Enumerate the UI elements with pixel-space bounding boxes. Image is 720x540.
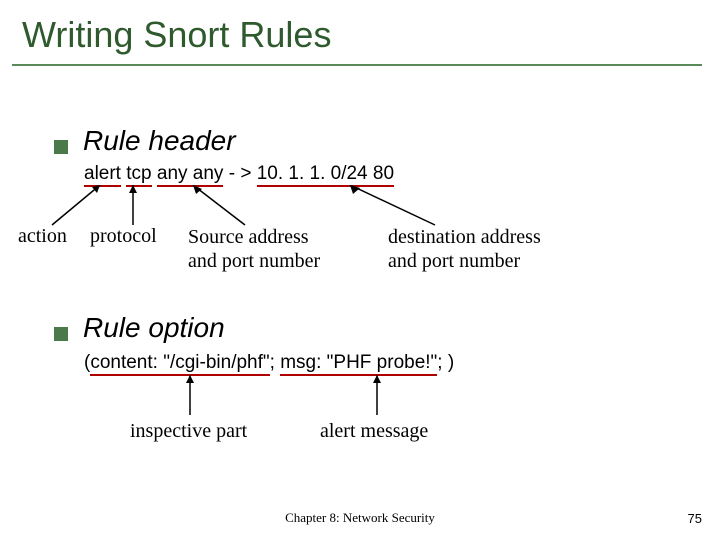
label-dest: destination address and port number — [388, 225, 541, 273]
arrow-alertmsg — [362, 375, 392, 425]
bullet-icon — [54, 327, 68, 341]
rule-source: any any — [157, 163, 224, 187]
rule-arrow-literal: - > — [229, 163, 252, 184]
bullet-icon — [54, 140, 68, 154]
rule-protocol: tcp — [126, 163, 151, 187]
section-heading-1: Rule header — [54, 125, 236, 157]
rule-header-line: alert tcp any any - > 10. 1. 1. 0/24 80 — [84, 163, 394, 185]
rule-msg: msg: "PHF probe!" — [280, 352, 437, 376]
label-protocol: protocol — [90, 225, 157, 248]
rule-option-line: (content: "/cgi-bin/phf"; msg: "PHF prob… — [84, 352, 454, 374]
rule-action: alert — [84, 163, 121, 187]
label-source: Source address and port number — [188, 225, 320, 273]
page-number: 75 — [688, 511, 702, 526]
rule-dest: 10. 1. 1. 0/24 80 — [257, 163, 394, 187]
label-alertmsg: alert message — [320, 420, 428, 443]
rule-content: content: "/cgi-bin/phf" — [90, 352, 269, 376]
sep1: ; — [270, 352, 281, 373]
slide-title: Writing Snort Rules — [0, 0, 720, 64]
heading-text-1: Rule header — [83, 125, 236, 157]
paren-close: ; ) — [437, 352, 454, 373]
label-inspective: inspective part — [130, 420, 247, 443]
footer-text: Chapter 8: Network Security — [285, 510, 435, 526]
title-underline — [12, 64, 702, 66]
arrow-inspective — [175, 375, 205, 425]
heading-text-2: Rule option — [83, 312, 225, 344]
label-action: action — [18, 225, 67, 248]
section-heading-2: Rule option — [54, 312, 225, 344]
